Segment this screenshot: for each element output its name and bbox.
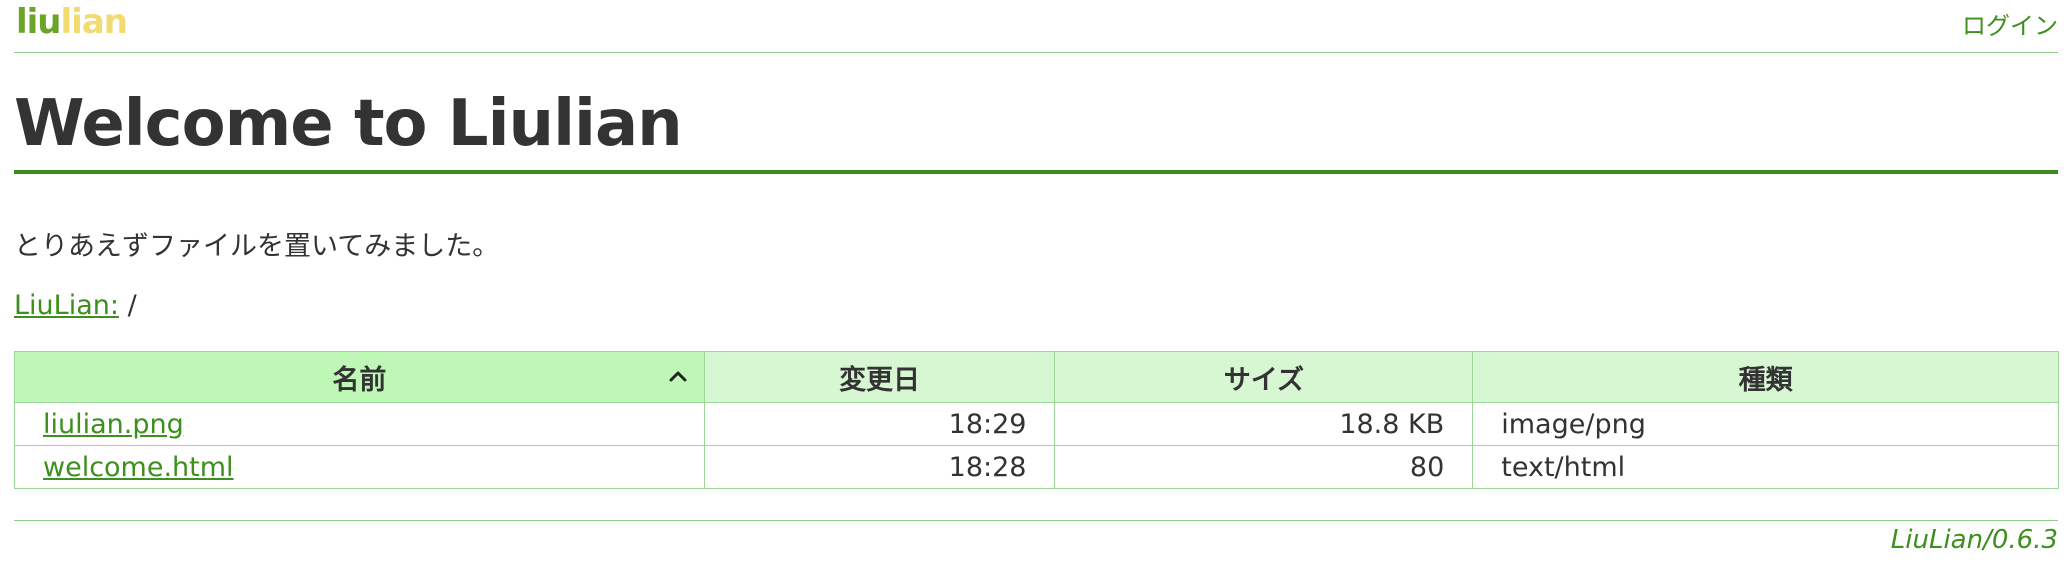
logo-text-green: liu bbox=[16, 2, 62, 42]
site-logo[interactable]: liulian bbox=[16, 2, 128, 42]
column-header-label: サイズ bbox=[1223, 364, 1304, 396]
breadcrumb-path: / bbox=[127, 290, 137, 321]
column-header-name[interactable]: 名前 bbox=[14, 351, 705, 403]
login-link[interactable]: ログイン bbox=[1962, 6, 2058, 41]
page: liulian ログイン Welcome to Liulian とりあえずファイ… bbox=[14, 0, 2059, 555]
file-link[interactable]: welcome.html bbox=[43, 452, 234, 483]
top-bar: liulian ログイン bbox=[14, 0, 2058, 53]
version-label: LiuLian/0.6.3 bbox=[1890, 525, 2058, 555]
file-link[interactable]: liulian.png bbox=[43, 409, 184, 440]
breadcrumb: LiuLian: / bbox=[14, 290, 137, 321]
column-header-label: 種類 bbox=[1738, 364, 1793, 396]
logo-text-yellow: lian bbox=[60, 2, 128, 42]
breadcrumb-root-link[interactable]: LiuLian: bbox=[14, 290, 119, 321]
table-row: welcome.html 18:28 80 text/html bbox=[14, 445, 2059, 489]
column-header-label: 変更日 bbox=[839, 364, 921, 396]
column-header-modified[interactable]: 変更日 bbox=[703, 351, 1056, 403]
footer: LiuLian/0.6.3 bbox=[14, 520, 2058, 555]
cell-type: image/png bbox=[1472, 402, 2059, 446]
page-title: Welcome to Liulian bbox=[14, 92, 2058, 174]
cell-size: 80 bbox=[1054, 445, 1474, 489]
cell-name: welcome.html bbox=[14, 445, 705, 489]
cell-modified: 18:29 bbox=[703, 402, 1056, 446]
cell-type: text/html bbox=[1472, 445, 2059, 489]
cell-size: 18.8 KB bbox=[1054, 402, 1474, 446]
cell-name: liulian.png bbox=[14, 402, 705, 446]
intro-text: とりあえずファイルを置いてみました。 bbox=[14, 231, 500, 262]
cell-modified: 18:28 bbox=[703, 445, 1056, 489]
table-row: liulian.png 18:29 18.8 KB image/png bbox=[14, 402, 2059, 446]
file-table: 名前 変更日 サイズ 種類 liulian.png 18:29 18.8 KB … bbox=[14, 351, 2059, 489]
column-header-type[interactable]: 種類 bbox=[1472, 351, 2059, 403]
chevron-up-icon[interactable] bbox=[666, 364, 690, 388]
column-header-size[interactable]: サイズ bbox=[1054, 351, 1474, 403]
column-header-label: 名前 bbox=[332, 364, 387, 396]
table-header-row: 名前 変更日 サイズ 種類 bbox=[14, 351, 2059, 403]
